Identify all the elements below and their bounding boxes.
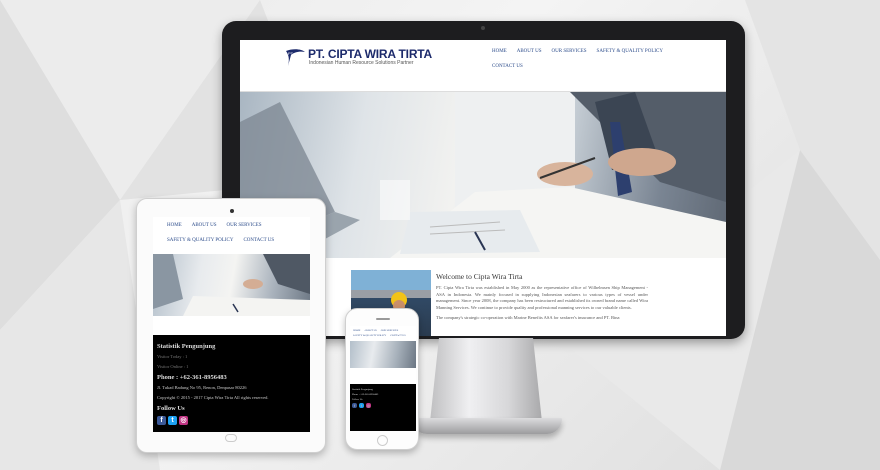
tablet-nav-home[interactable]: HOME [167, 223, 182, 229]
nav-home[interactable]: HOME [492, 49, 507, 55]
phone-nav-contact-us[interactable]: CONTACT US [390, 334, 405, 337]
social-links: f t ◎ [157, 416, 306, 425]
visitor-stats-title: Statistik Pengunjung [157, 343, 216, 350]
welcome-title: Welcome to Cipta Wira Tirta [436, 272, 523, 281]
cooperation-paragraph: The company's strategic co-operation wit… [436, 315, 620, 320]
phone-hero-image [350, 341, 416, 368]
phone-nav-our-services[interactable]: OUR SERVICES [381, 329, 399, 332]
visitors-today: Visitor Today : 1 [157, 354, 188, 359]
logo-company-name: PT. CIPTA WIRA TIRTA [308, 47, 432, 61]
phone-nav: HOME ABOUT US OUR SERVICES SAFETY & QUAL… [350, 326, 416, 339]
twitter-icon[interactable]: t [168, 416, 177, 425]
phone-social-links: f t ◎ [352, 403, 414, 410]
phone-speaker [376, 318, 390, 320]
phone-nav-home[interactable]: HOME [353, 329, 360, 332]
phone-facebook-icon[interactable]: f [352, 403, 357, 408]
svg-text:PT: PT [288, 51, 294, 56]
phone-visitor-stats-title: Statistik Pengunjung [352, 388, 373, 391]
contact-phone: Phone : +62-361-8956483 [157, 374, 227, 381]
monitor-stand-base [412, 418, 562, 434]
phone-contact-phone: Phone : +62-361-8956483 [352, 393, 379, 396]
nav-safety-quality-policy[interactable]: SAFETY & QUALITY POLICY [597, 49, 663, 55]
follow-us-title: Follow Us [157, 405, 185, 412]
nav-about-us[interactable]: ABOUT US [517, 49, 542, 55]
phone-follow-us: Follow Us [352, 398, 363, 401]
welcome-paragraph: PT. Cipta Wira Tirta was established in … [436, 285, 648, 310]
tablet-hero-image [153, 254, 310, 316]
tablet-nav-about-us[interactable]: ABOUT US [192, 223, 217, 229]
tablet-footer: Statistik Pengunjung Visitor Today : 1 V… [153, 335, 310, 432]
instagram-icon[interactable]: ◎ [179, 416, 188, 425]
phone-device: HOME ABOUT US OUR SERVICES SAFETY & QUAL… [345, 308, 419, 450]
tablet-screen: HOME ABOUT US OUR SERVICES SAFETY & QUAL… [153, 217, 310, 432]
tablet-nav-safety-quality-policy[interactable]: SAFETY & QUALITY POLICY [167, 238, 233, 244]
phone-twitter-icon[interactable]: t [359, 403, 364, 408]
monitor-camera [481, 26, 485, 30]
nav-contact-us[interactable]: CONTACT US [492, 64, 523, 70]
facebook-icon[interactable]: f [157, 416, 166, 425]
tablet-device: HOME ABOUT US OUR SERVICES SAFETY & QUAL… [136, 198, 326, 453]
tablet-camera [230, 209, 234, 213]
phone-screen: HOME ABOUT US OUR SERVICES SAFETY & QUAL… [350, 326, 416, 431]
monitor-stand-neck [430, 338, 542, 422]
phone-nav-about-us[interactable]: ABOUT US [364, 329, 376, 332]
logo-swoosh-icon: PT [284, 46, 306, 68]
site-header: PT PT. CIPTA WIRA TIRTA Indonesian Human… [240, 40, 726, 92]
tablet-nav-contact-us[interactable]: CONTACT US [243, 238, 274, 244]
phone-instagram-icon[interactable]: ◎ [366, 403, 371, 408]
logo-tagline: Indonesian Human Resource Solutions Part… [309, 60, 414, 66]
phone-footer: Statistik Pengunjung Phone : +62-361-895… [350, 384, 416, 431]
tablet-nav: HOME ABOUT US OUR SERVICES SAFETY & QUAL… [153, 217, 303, 253]
tablet-nav-our-services[interactable]: OUR SERVICES [227, 223, 262, 229]
contact-address: Jl. Tukad Badung No 95, Renon, Denpasar … [157, 385, 247, 390]
main-nav: HOME ABOUT US OUR SERVICES SAFETY & QUAL… [492, 49, 682, 79]
phone-nav-safety-quality-policy[interactable]: SAFETY & QUALITY POLICY [353, 334, 386, 337]
phone-home-button[interactable] [377, 435, 388, 446]
copyright-text: Copyright © 2015 - 2017 Cipta Wira Tirta… [157, 395, 269, 400]
tablet-home-button[interactable] [225, 434, 237, 442]
nav-our-services[interactable]: OUR SERVICES [552, 49, 587, 55]
site-logo[interactable]: PT PT. CIPTA WIRA TIRTA Indonesian Human… [284, 46, 432, 68]
visitors-online: Visitor Online : 1 [157, 364, 189, 369]
